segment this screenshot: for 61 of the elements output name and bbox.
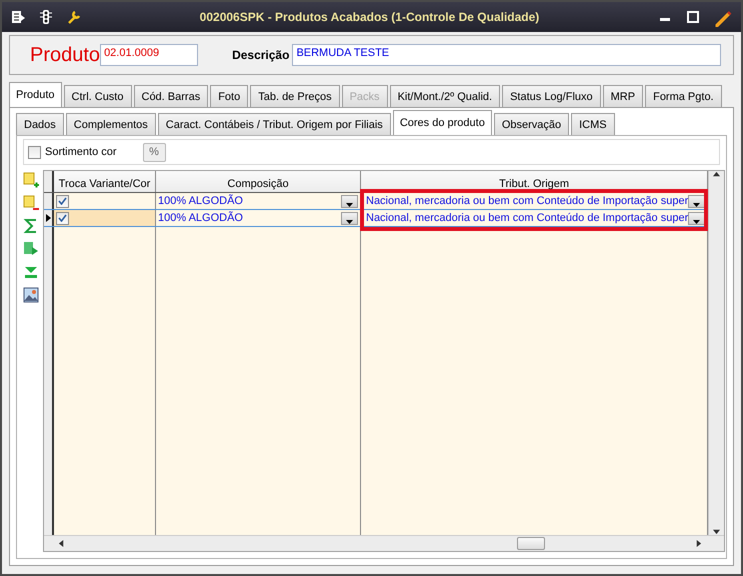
tab[interactable]: Tab. de Preços [250,85,340,107]
export-icon[interactable] [23,241,39,257]
row-indicator[interactable] [44,193,54,209]
sortimento-label: Sortimento cor [45,146,117,158]
tab[interactable]: Produto [9,82,62,107]
column-header[interactable]: Composição [156,171,361,192]
tab[interactable]: Cores do produto [392,110,492,135]
produto-field[interactable]: 02.01.0009 [100,44,198,66]
column-header[interactable]: Troca Variante/Cor [54,171,156,192]
grid-corner [44,171,54,192]
checkbox[interactable] [56,194,69,208]
scroll-arrow-icon[interactable] [695,540,702,547]
window-title: 002006SPK - Produtos Acabados (1-Controle De Qualidade) [198,10,540,24]
scroll-arrow-icon[interactable] [713,528,720,535]
tab[interactable]: Complementos [66,113,156,135]
row-indicator[interactable] [44,210,54,226]
tab[interactable]: Cód. Barras [134,85,208,107]
caret-icon [346,202,353,206]
tab[interactable]: Kit/Mont./2º Qualid. [390,85,500,107]
scroll-thumb[interactable] [517,537,546,550]
dropdown-button[interactable] [341,212,358,224]
maximize-icon[interactable] [685,9,701,25]
caret-icon [346,220,353,224]
tab[interactable]: Dados [16,113,64,135]
checkbox[interactable] [56,212,69,224]
table-cell[interactable]: 100% ALGODÃO [156,193,361,209]
descricao-label: Descrição [232,48,290,62]
image-icon[interactable] [23,287,39,303]
tab[interactable]: Foto [210,85,248,107]
produto-label: Produto [30,44,100,66]
descricao-field[interactable]: BERMUDA TESTE [292,44,721,66]
tab[interactable]: Ctrl. Custo [64,85,132,107]
scroll-arrow-icon[interactable] [713,171,720,178]
horizontal-scrollbar[interactable] [44,535,724,551]
tab[interactable]: ICMS [571,113,615,135]
dropdown-button[interactable] [688,194,706,208]
vertical-scrollbar[interactable] [708,171,724,535]
table-cell[interactable]: 100% ALGODÃO [156,210,361,226]
table-cell[interactable]: Nacional, mercadoria ou bem com Conteúdo de Importação super [361,193,708,209]
sigma-icon[interactable] [23,218,39,234]
caret-icon [693,202,700,206]
list-icon[interactable] [10,9,26,25]
checkbox[interactable] [28,146,41,158]
table-cell[interactable]: Nacional, mercadoria ou bem com Conteúdo de Importação super [361,210,708,226]
dropdown-button[interactable] [341,194,358,208]
download-arrow-icon[interactable] [23,264,39,280]
tab[interactable]: Observação [494,113,570,135]
add-row-icon[interactable] [23,172,39,188]
tab[interactable]: Caract. Contábeis / Tribut. Origem por Filiais [158,113,391,135]
percent-button[interactable]: % [142,142,166,162]
table-cell[interactable] [54,210,156,226]
scroll-arrow-icon[interactable] [58,540,65,547]
wrench-icon[interactable] [66,9,82,25]
delete-row-icon[interactable] [23,195,39,211]
table-cell[interactable] [54,193,156,209]
tab[interactable]: MRP [602,85,644,107]
dropdown-button[interactable] [688,212,706,224]
traffic-light-icon[interactable] [38,9,54,25]
caret-icon [693,220,700,224]
tab[interactable]: Status Log/Fluxo [502,85,601,107]
tab[interactable]: Forma Pgto. [645,85,722,107]
